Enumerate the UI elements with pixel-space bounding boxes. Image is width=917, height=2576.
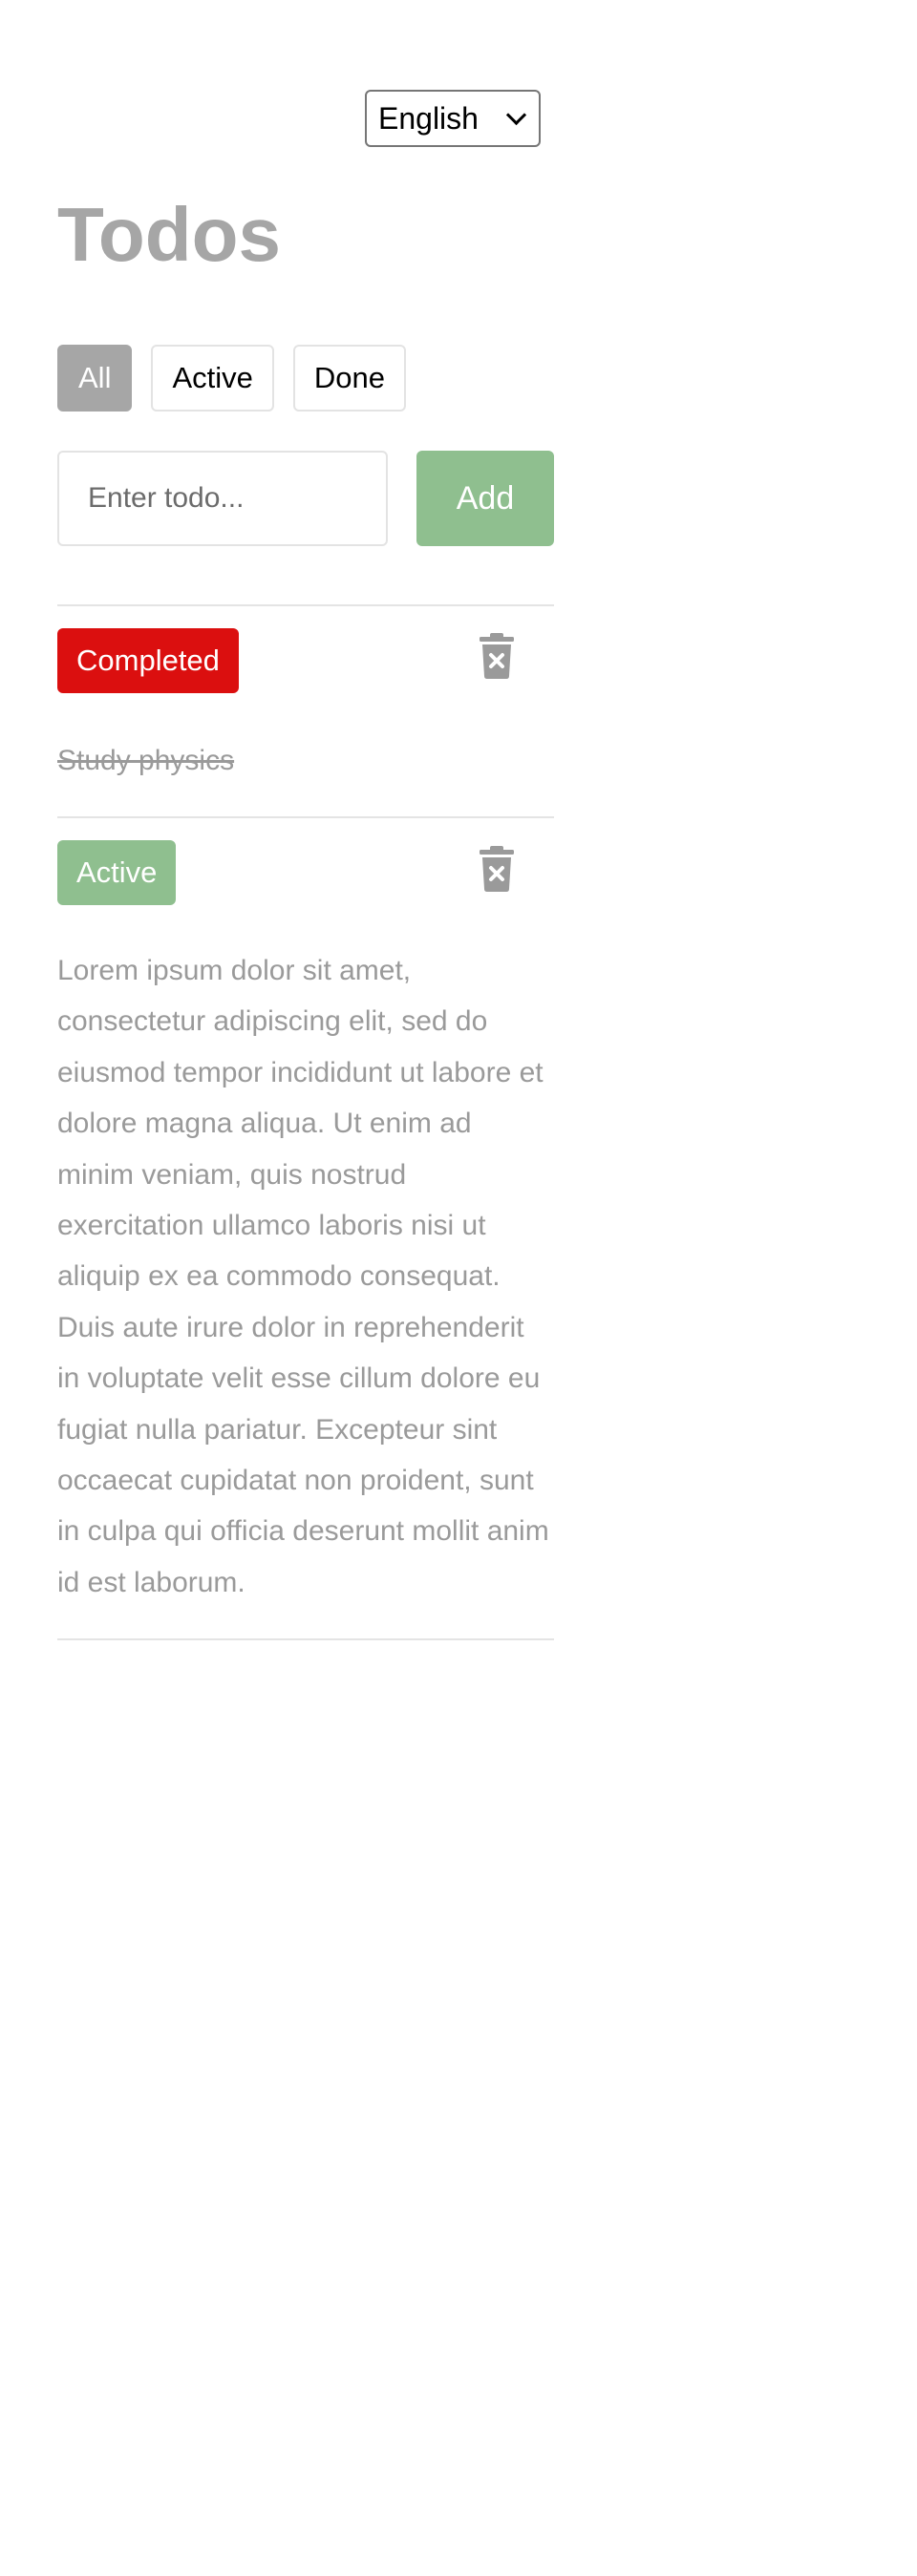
language-select[interactable]: English bbox=[365, 90, 541, 147]
divider bbox=[57, 816, 554, 818]
todo-input[interactable]: Enter todo... bbox=[57, 451, 388, 546]
add-button[interactable]: Add bbox=[416, 451, 554, 546]
page-title: Todos bbox=[57, 192, 282, 277]
status-badge-active[interactable]: Active bbox=[57, 840, 177, 905]
add-todo-form: Enter todo... Add bbox=[57, 451, 554, 546]
filter-all-button[interactable]: All bbox=[57, 345, 133, 412]
language-selected-value: English bbox=[378, 100, 479, 136]
status-badge-completed[interactable]: Completed bbox=[57, 628, 239, 693]
trash-icon[interactable] bbox=[478, 846, 516, 892]
filter-done-button[interactable]: Done bbox=[292, 345, 406, 412]
trash-icon[interactable] bbox=[478, 633, 516, 679]
divider bbox=[57, 1638, 554, 1640]
divider bbox=[57, 604, 554, 606]
filter-tabs: All Active Done bbox=[57, 345, 406, 412]
language-selector-wrapper: English bbox=[365, 90, 541, 147]
todo-text: Study physics bbox=[57, 745, 235, 776]
filter-active-button[interactable]: Active bbox=[151, 345, 274, 412]
chevron-down-icon bbox=[505, 104, 527, 125]
todo-text: Lorem ipsum dolor sit amet, consectetur … bbox=[57, 955, 549, 1598]
